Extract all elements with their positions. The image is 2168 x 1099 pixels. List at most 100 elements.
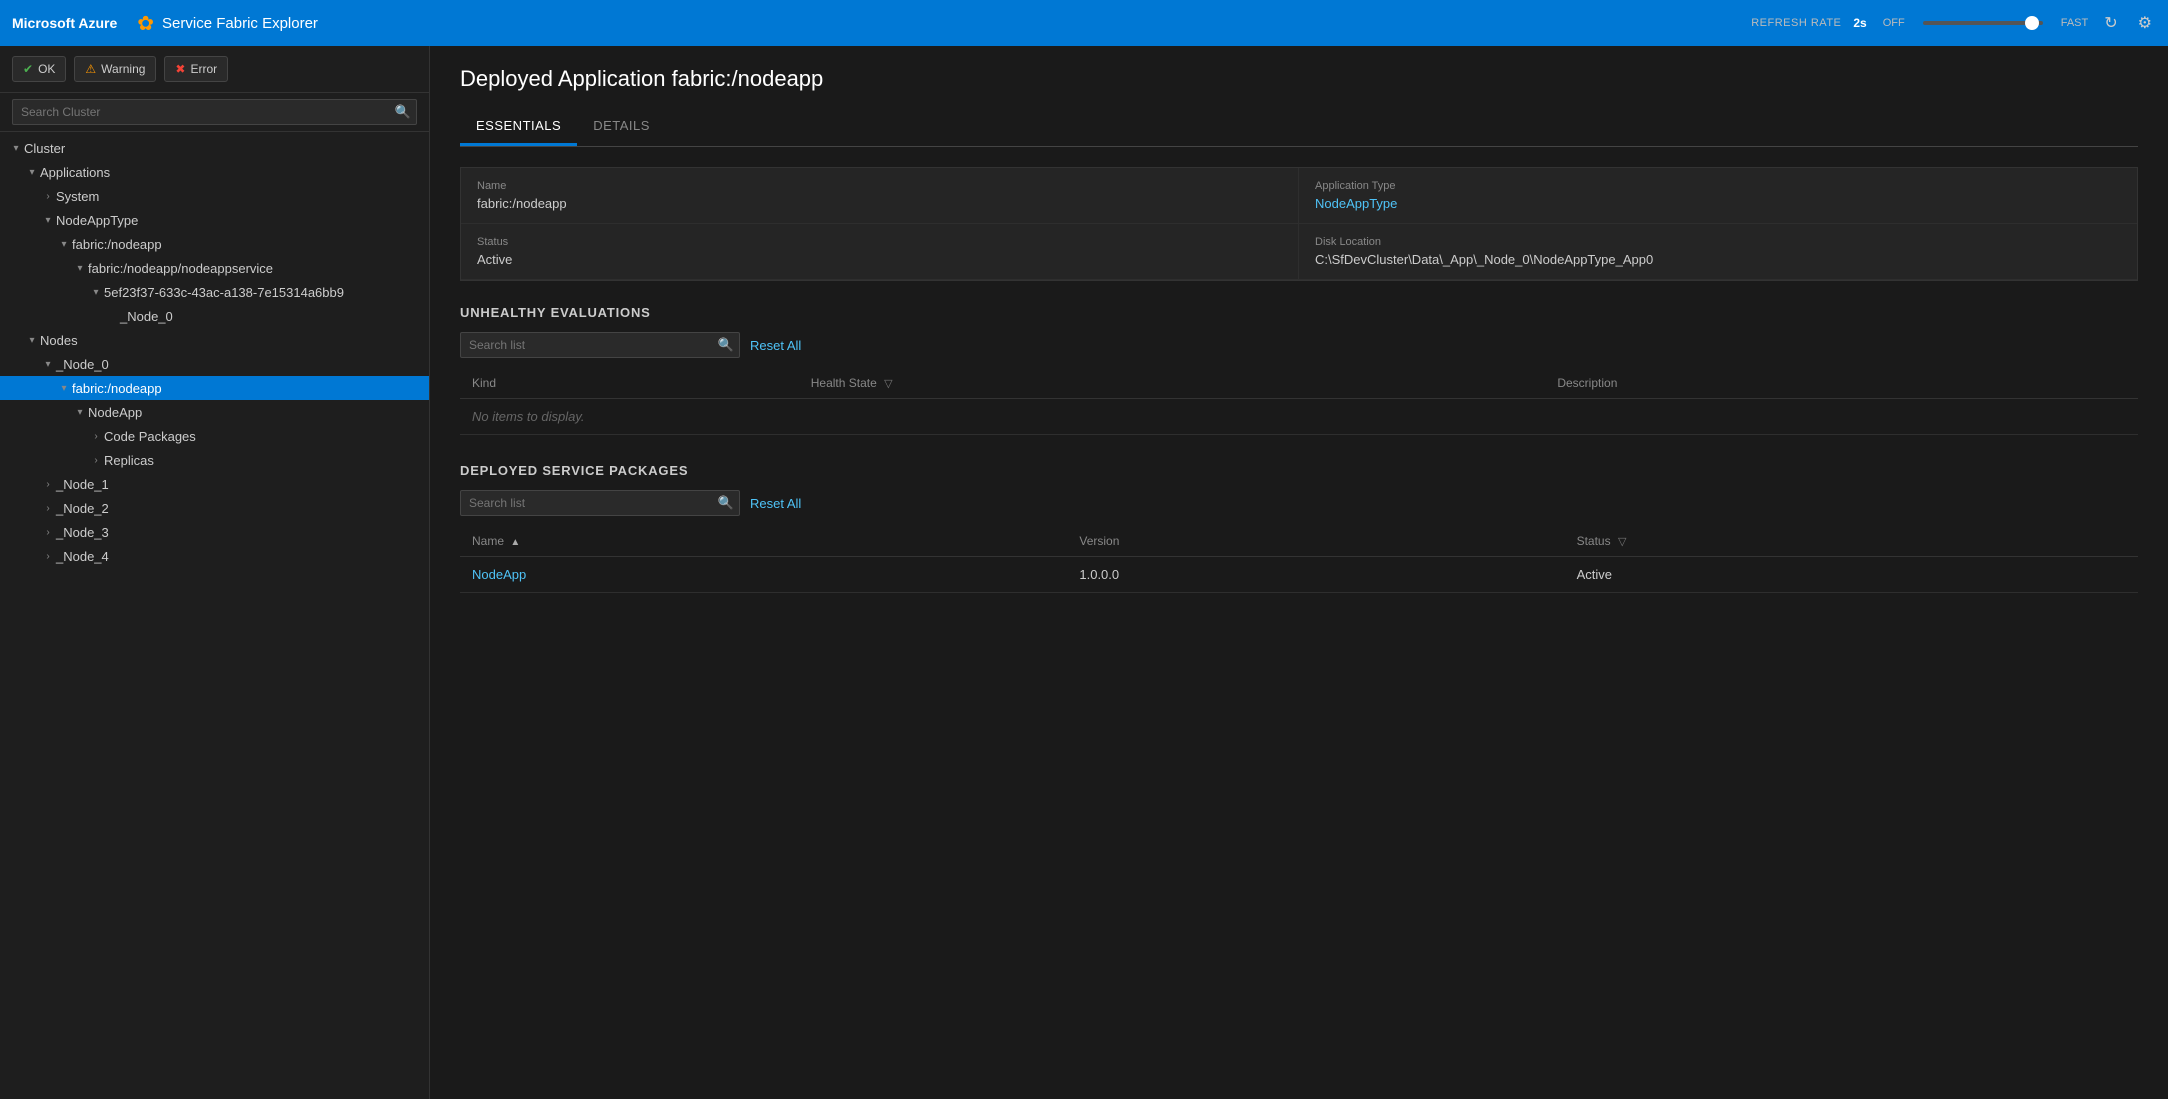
refresh-fast-label: FAST	[2061, 17, 2089, 29]
tree-item-fabric-nodeapp-node[interactable]: fabric:/nodeapp	[0, 376, 429, 400]
tree-item-code-packages[interactable]: Code Packages	[0, 424, 429, 448]
chevron-nodeapp-pkg	[72, 404, 88, 420]
tree-item-node4[interactable]: _Node_4	[0, 544, 429, 568]
package-name-link[interactable]: NodeApp	[472, 567, 526, 582]
unhealthy-col-kind: Kind	[460, 368, 799, 399]
chevron-node0-instance	[104, 308, 120, 324]
unhealthy-col-health: Health State ▽	[799, 368, 1546, 399]
chevron-nodeappservice	[72, 260, 88, 276]
filter-icon-health[interactable]: ▽	[884, 378, 892, 390]
unhealthy-table: Kind Health State ▽ Description	[460, 368, 2138, 435]
tree-item-partition[interactable]: 5ef23f37-633c-43ac-a138-7e15314a6bb9	[0, 280, 429, 304]
tree-item-node3[interactable]: _Node_3	[0, 520, 429, 544]
unhealthy-search-wrap: 🔍	[460, 332, 740, 358]
tree-item-applications[interactable]: Applications	[0, 160, 429, 184]
packages-search-icon: 🔍	[718, 495, 734, 511]
chevron-fabric-nodeapp-apps	[56, 236, 72, 252]
unhealthy-empty-message: No items to display.	[460, 399, 2138, 435]
packages-reset-button[interactable]: Reset All	[750, 496, 801, 511]
essentials-apptype-cell: Application Type NodeAppType	[1299, 168, 2137, 224]
essentials-grid: Name fabric:/nodeapp Application Type No…	[460, 167, 2138, 281]
tree-label-fabric-nodeapp-apps: fabric:/nodeapp	[72, 237, 162, 252]
tree-item-nodes[interactable]: Nodes	[0, 328, 429, 352]
ok-filter-button[interactable]: ✔ OK	[12, 56, 66, 82]
chevron-system	[40, 188, 56, 204]
unhealthy-search-input[interactable]	[460, 332, 740, 358]
tree-label-node4: _Node_4	[56, 549, 109, 564]
tree-view: Cluster Applications System NodeAppType …	[0, 132, 429, 1099]
tree-label-system: System	[56, 189, 99, 204]
chevron-node3	[40, 524, 56, 540]
essentials-disk-label: Disk Location	[1315, 236, 2121, 248]
essentials-name-cell: Name fabric:/nodeapp	[461, 168, 1299, 224]
chevron-applications	[24, 164, 40, 180]
chevron-code-packages	[88, 428, 104, 444]
refresh-button[interactable]: ↻	[2100, 9, 2121, 37]
cluster-search-box: 🔍	[0, 93, 429, 132]
chevron-node0	[40, 356, 56, 372]
packages-table: Name ▲ Version Status ▽	[460, 526, 2138, 593]
essentials-disk-value: C:\SfDevCluster\Data\_App\_Node_0\NodeAp…	[1315, 252, 2121, 267]
error-filter-button[interactable]: ✖ Error	[164, 56, 228, 82]
packages-col-version: Version	[1067, 526, 1564, 557]
col-desc-label: Description	[1557, 376, 1617, 390]
packages-col-name[interactable]: Name ▲	[460, 526, 1067, 557]
tree-item-fabric-nodeapp-apps[interactable]: fabric:/nodeapp	[0, 232, 429, 256]
sort-icon-name: ▲	[510, 537, 520, 548]
col-health-label: Health State	[811, 376, 877, 390]
unhealthy-section: UNHEALTHY EVALUATIONS 🔍 Reset All Kind	[460, 305, 2138, 435]
packages-table-row: NodeApp 1.0.0.0 Active	[460, 557, 2138, 593]
deployed-packages-title: DEPLOYED SERVICE PACKAGES	[460, 463, 2138, 478]
packages-col-status: Status ▽	[1565, 526, 2138, 557]
warning-label: Warning	[101, 62, 145, 76]
essentials-apptype-value[interactable]: NodeAppType	[1315, 196, 2121, 211]
package-version-cell: 1.0.0.0	[1067, 557, 1564, 593]
tree-label-replicas: Replicas	[104, 453, 154, 468]
tab-details[interactable]: DETAILS	[577, 108, 666, 146]
tab-essentials[interactable]: ESSENTIALS	[460, 108, 577, 146]
unhealthy-reset-button[interactable]: Reset All	[750, 338, 801, 353]
tree-item-nodeapp-pkg[interactable]: NodeApp	[0, 400, 429, 424]
tree-item-nodeapptype[interactable]: NodeAppType	[0, 208, 429, 232]
col-status-label: Status	[1577, 534, 1611, 548]
essentials-name-label: Name	[477, 180, 1282, 192]
tab-bar: ESSENTIALS DETAILS	[460, 108, 2138, 147]
col-name-label: Name	[472, 534, 504, 548]
tree-label-node0: _Node_0	[56, 357, 109, 372]
packages-search-wrap: 🔍	[460, 490, 740, 516]
settings-button[interactable]: ⚙	[2134, 9, 2156, 37]
tree-item-node2[interactable]: _Node_2	[0, 496, 429, 520]
unhealthy-col-desc: Description	[1545, 368, 2138, 399]
tree-item-cluster[interactable]: Cluster	[0, 136, 429, 160]
tree-item-nodeappservice[interactable]: fabric:/nodeapp/nodeappservice	[0, 256, 429, 280]
tree-label-node1: _Node_1	[56, 477, 109, 492]
tree-item-node0-instance[interactable]: _Node_0	[0, 304, 429, 328]
warning-filter-button[interactable]: ⚠ Warning	[74, 56, 156, 82]
tree-label-node0-instance: _Node_0	[120, 309, 173, 324]
package-status-cell: Active	[1565, 557, 2138, 593]
brand: Microsoft Azure	[12, 15, 117, 31]
tree-item-system[interactable]: System	[0, 184, 429, 208]
chevron-node2	[40, 500, 56, 516]
chevron-node4	[40, 548, 56, 564]
app-title: ✿ Service Fabric Explorer	[137, 11, 318, 36]
essentials-status-cell: Status Active	[461, 224, 1299, 280]
refresh-rate-value: 2s	[1853, 16, 1866, 30]
search-icon: 🔍	[395, 104, 411, 120]
title-prefix: Deployed Application	[460, 66, 665, 91]
refresh-label: REFRESH RATE	[1751, 17, 1841, 29]
error-label: Error	[190, 62, 217, 76]
tree-label-cluster: Cluster	[24, 141, 65, 156]
cluster-search-input[interactable]	[12, 99, 417, 125]
refresh-slider[interactable]	[1923, 21, 2043, 25]
chevron-partition	[88, 284, 104, 300]
tree-item-node0[interactable]: _Node_0	[0, 352, 429, 376]
packages-search-input[interactable]	[460, 490, 740, 516]
content-inner: Deployed Application fabric:/nodeapp ESS…	[430, 46, 2168, 641]
tree-item-node1[interactable]: _Node_1	[0, 472, 429, 496]
deployed-packages-section: DEPLOYED SERVICE PACKAGES 🔍 Reset All Na…	[460, 463, 2138, 593]
ok-icon: ✔	[23, 62, 33, 76]
unhealthy-filter-row: 🔍 Reset All	[460, 332, 2138, 358]
tree-item-replicas[interactable]: Replicas	[0, 448, 429, 472]
filter-icon-status[interactable]: ▽	[1618, 536, 1626, 548]
